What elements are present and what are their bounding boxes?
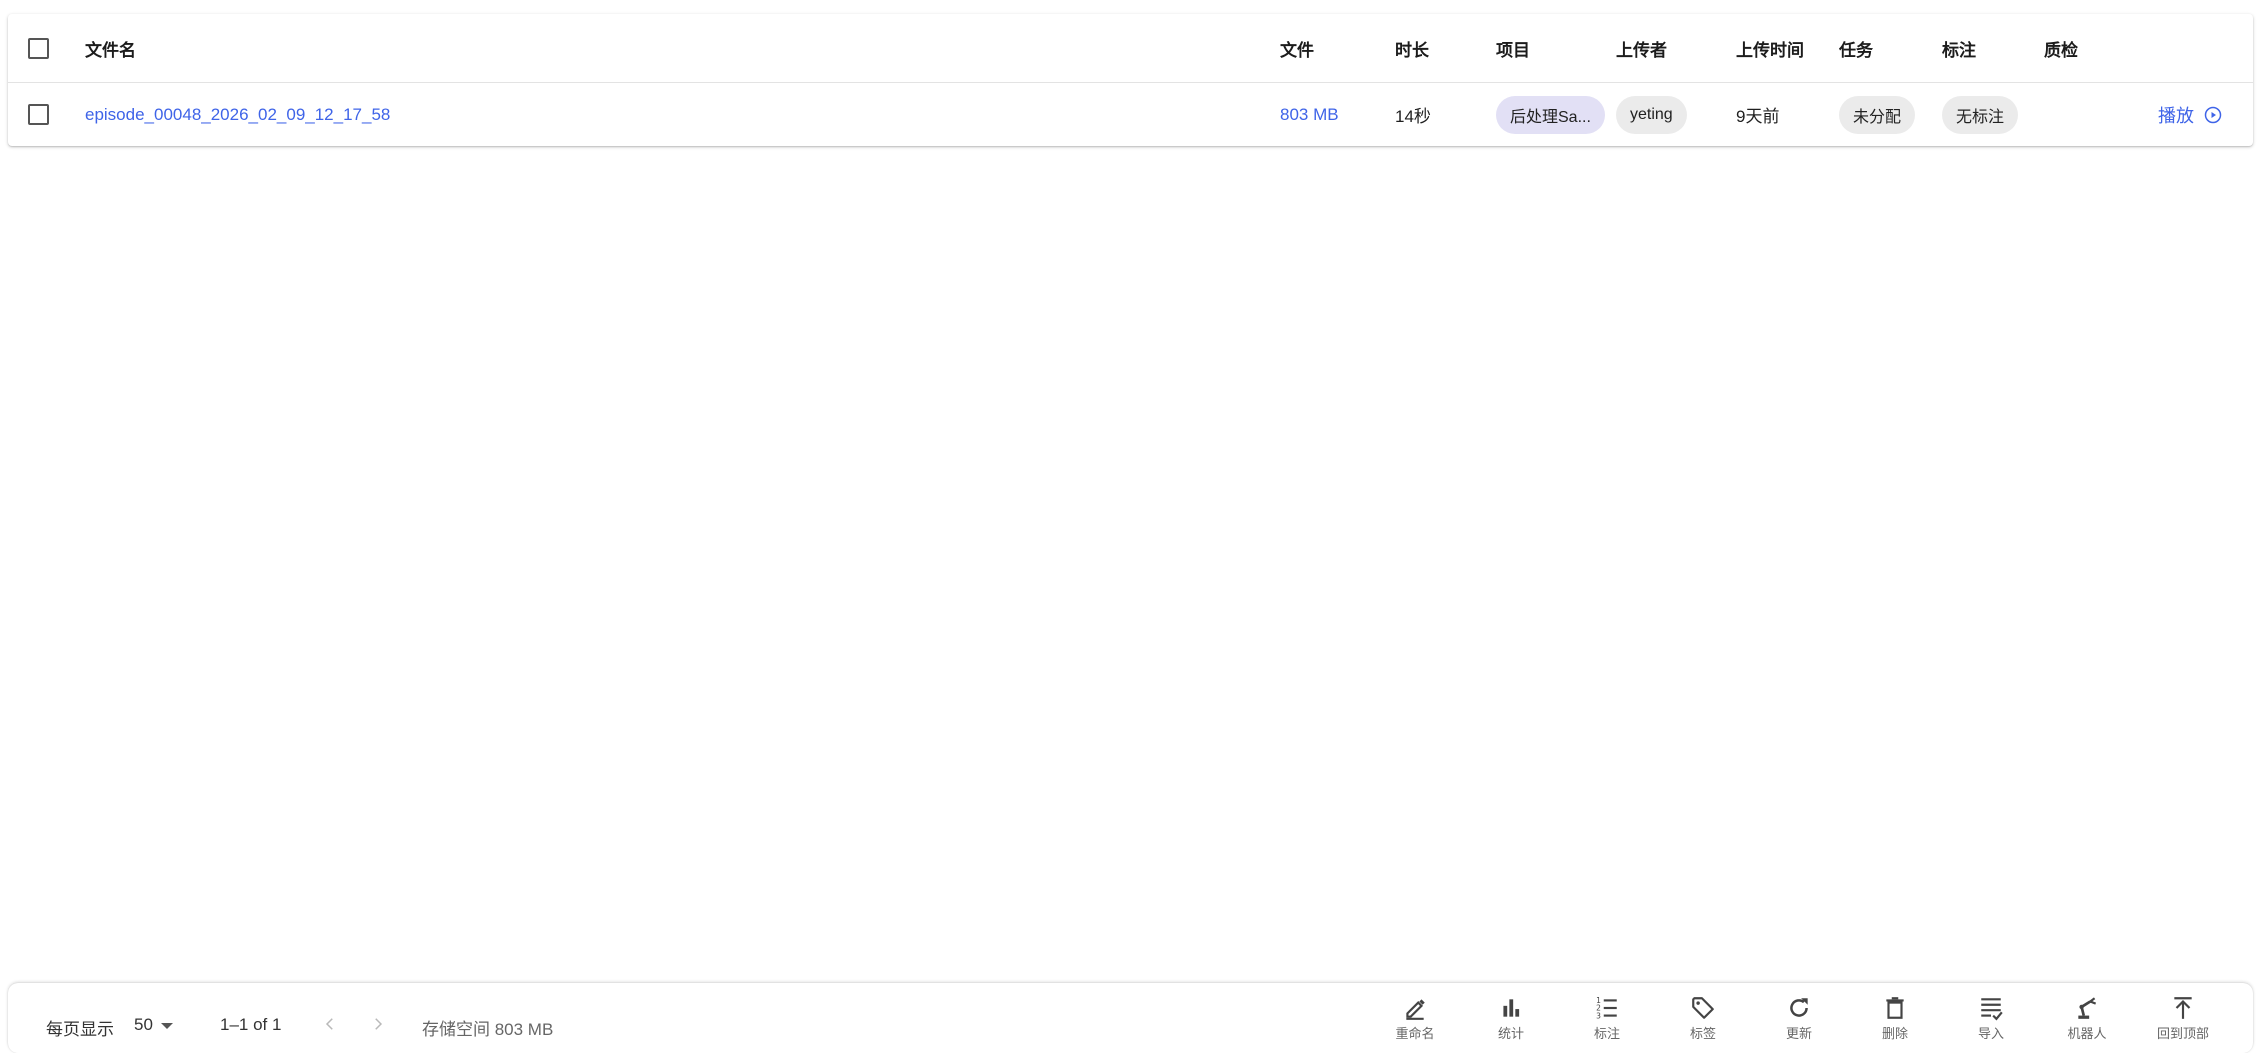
rename-label: 重命名 [1395, 1026, 1435, 1041]
table-header-row: 文件名 文件 时长 项目 上传者 上传时间 任务 标注 质检 [8, 14, 2253, 83]
upload-time-value: 9天前 [1736, 107, 1780, 126]
duration-value: 14秒 [1395, 107, 1431, 126]
import-button[interactable]: 导入 [1951, 995, 2031, 1042]
import-label: 导入 [1977, 1026, 2004, 1041]
task-cell: 未分配 [1839, 83, 1916, 146]
annotate-button[interactable]: 123 标注 [1567, 995, 1647, 1042]
refresh-icon [1790, 998, 1808, 1017]
prev-page-button[interactable] [313, 1007, 347, 1041]
back-to-top-button[interactable]: 回到顶部 [2143, 995, 2223, 1042]
rows-per-page-select[interactable]: 50 [134, 1015, 173, 1035]
header-filename[interactable]: 文件名 [85, 14, 136, 82]
storage-usage: 存储空间 803 MB [422, 1020, 554, 1039]
back-to-top-label: 回到顶部 [2156, 1026, 2209, 1041]
project-chip-label: 后处理Sa... [1510, 108, 1591, 126]
arrow-to-top-icon [2174, 997, 2192, 1019]
play-cell: 播放 [2158, 83, 2222, 146]
header-qc[interactable]: 质检 [2044, 14, 2078, 82]
row-select-cell [28, 83, 49, 146]
annotate-label: 标注 [1593, 1026, 1620, 1041]
header-project[interactable]: 项目 [1496, 14, 1530, 82]
pagination-range: 1–1 of 1 [220, 1015, 282, 1034]
svg-text:3: 3 [1596, 1011, 1601, 1020]
header-upload-time[interactable]: 上传时间 [1736, 14, 1804, 82]
uploader-cell: yeting [1616, 83, 1687, 146]
header-duration[interactable]: 时长 [1395, 14, 1429, 82]
chevron-right-icon [375, 1018, 383, 1030]
file-table: 文件名 文件 时长 项目 上传者 上传时间 任务 标注 质检 episode_0… [8, 14, 2253, 146]
tag-label: 标签 [1689, 1026, 1716, 1041]
rename-button[interactable]: 重命名 [1375, 995, 1455, 1042]
edit-icon [1406, 999, 1425, 1020]
header-uploader[interactable]: 上传者 [1616, 14, 1667, 82]
footer-toolbar: 每页显示 50 1–1 of 1 存储空间 803 MB 重命名 统计 123 … [8, 983, 2253, 1053]
delete-button[interactable]: 删除 [1855, 995, 1935, 1042]
row-checkbox[interactable] [28, 104, 49, 125]
trash-icon [1886, 997, 1904, 1019]
header-annotation[interactable]: 标注 [1942, 14, 1976, 82]
dropdown-caret-icon [160, 1022, 173, 1029]
rows-per-page-value: 50 [134, 1015, 153, 1034]
chevron-left-icon [325, 1018, 333, 1030]
rows-per-page-label: 每页显示 [46, 1020, 114, 1039]
stats-label: 统计 [1497, 1026, 1524, 1041]
play-circle-icon [2204, 106, 2222, 123]
bar-chart-icon [1503, 999, 1520, 1017]
play-button[interactable]: 播放 [2158, 102, 2222, 128]
tag-icon [1692, 997, 1714, 1019]
uploader-chip[interactable]: yeting [1616, 95, 1687, 134]
annotation-chip[interactable]: 无标注 [1942, 95, 2019, 134]
project-chip[interactable]: 后处理Sa... [1496, 95, 1605, 134]
play-label: 播放 [2158, 105, 2194, 126]
select-all-cell [28, 14, 49, 82]
task-chip[interactable]: 未分配 [1839, 95, 1916, 134]
robot-label: 机器人 [2067, 1026, 2107, 1041]
select-all-checkbox[interactable] [28, 37, 49, 59]
robot-arm-icon [2078, 997, 2097, 1019]
file-size-link[interactable]: 803 MB [1280, 83, 1339, 146]
table-row[interactable]: episode_00048_2026_02_09_12_17_58 803 MB… [8, 83, 2253, 146]
filename-link[interactable]: episode_00048_2026_02_09_12_17_58 [85, 83, 390, 146]
import-list-icon [1981, 998, 2003, 1021]
annotation-cell: 无标注 [1942, 83, 2019, 146]
stats-button[interactable]: 统计 [1471, 995, 1551, 1042]
refresh-label: 更新 [1785, 1026, 1812, 1041]
next-page-button[interactable] [361, 1007, 395, 1041]
tag-button[interactable]: 标签 [1663, 995, 1743, 1042]
project-cell: 后处理Sa... [1496, 83, 1605, 146]
list-numbered-icon: 123 [1596, 996, 1617, 1020]
header-task[interactable]: 任务 [1839, 14, 1873, 82]
delete-label: 删除 [1881, 1026, 1908, 1041]
refresh-button[interactable]: 更新 [1759, 995, 1839, 1042]
robot-button[interactable]: 机器人 [2047, 995, 2127, 1042]
header-file[interactable]: 文件 [1280, 14, 1314, 82]
